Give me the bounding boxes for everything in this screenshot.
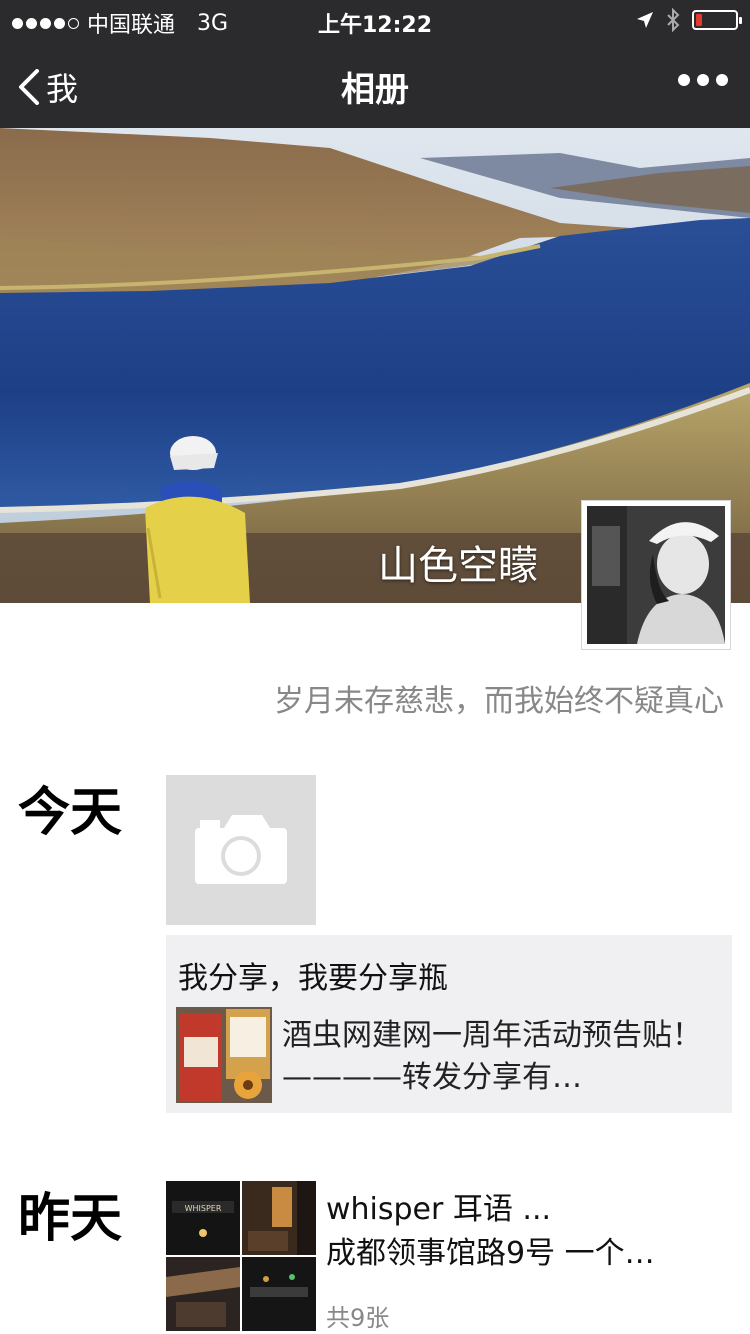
bluetooth-icon (667, 8, 680, 32)
more-options-button[interactable] (678, 74, 728, 86)
photo-thumbnail (166, 1257, 240, 1331)
location-arrow-icon (637, 12, 653, 28)
page-title: 相册 (341, 70, 409, 110)
photo-count: 共9张 (326, 1304, 390, 1332)
more-dots-icon (678, 74, 690, 86)
post-location: 成都领事馆路9号 一个… (326, 1236, 655, 1271)
day-label-today: 今天 (18, 783, 123, 843)
status-bar: 中国联通 3G 上午12:22 (0, 0, 750, 40)
shared-link-card[interactable]: 我分享，我要分享瓶 酒虫网建网一周年活动预告贴！ ————转发分享有… (166, 935, 732, 1113)
share-thumbnail (176, 1007, 272, 1103)
navigation-bar: 我 相册 (0, 40, 750, 128)
post-title: whisper 耳语 ... (326, 1192, 552, 1227)
photo-thumbnail: WHISPER (166, 1181, 240, 1255)
photo-grid-post[interactable]: WHISPER (166, 1181, 316, 1331)
share-description: 酒虫网建网一周年活动预告贴！ ————转发分享有… (282, 1018, 702, 1095)
status-right (636, 8, 742, 32)
camera-icon (195, 815, 287, 884)
photo-thumbnail (242, 1181, 316, 1255)
avatar[interactable] (581, 500, 731, 650)
battery-icon (692, 10, 742, 30)
svg-text:WHISPER: WHISPER (185, 1204, 222, 1213)
profile-signature: 岁月未存慈悲，而我始终不疑真心 (274, 684, 724, 719)
day-label-yesterday: 昨天 (18, 1189, 123, 1249)
share-title: 我分享，我要分享瓶 (178, 961, 448, 996)
nickname: 山色空矇 (378, 543, 538, 589)
photo-thumbnail (242, 1257, 316, 1331)
post-photo-button[interactable] (166, 775, 316, 925)
